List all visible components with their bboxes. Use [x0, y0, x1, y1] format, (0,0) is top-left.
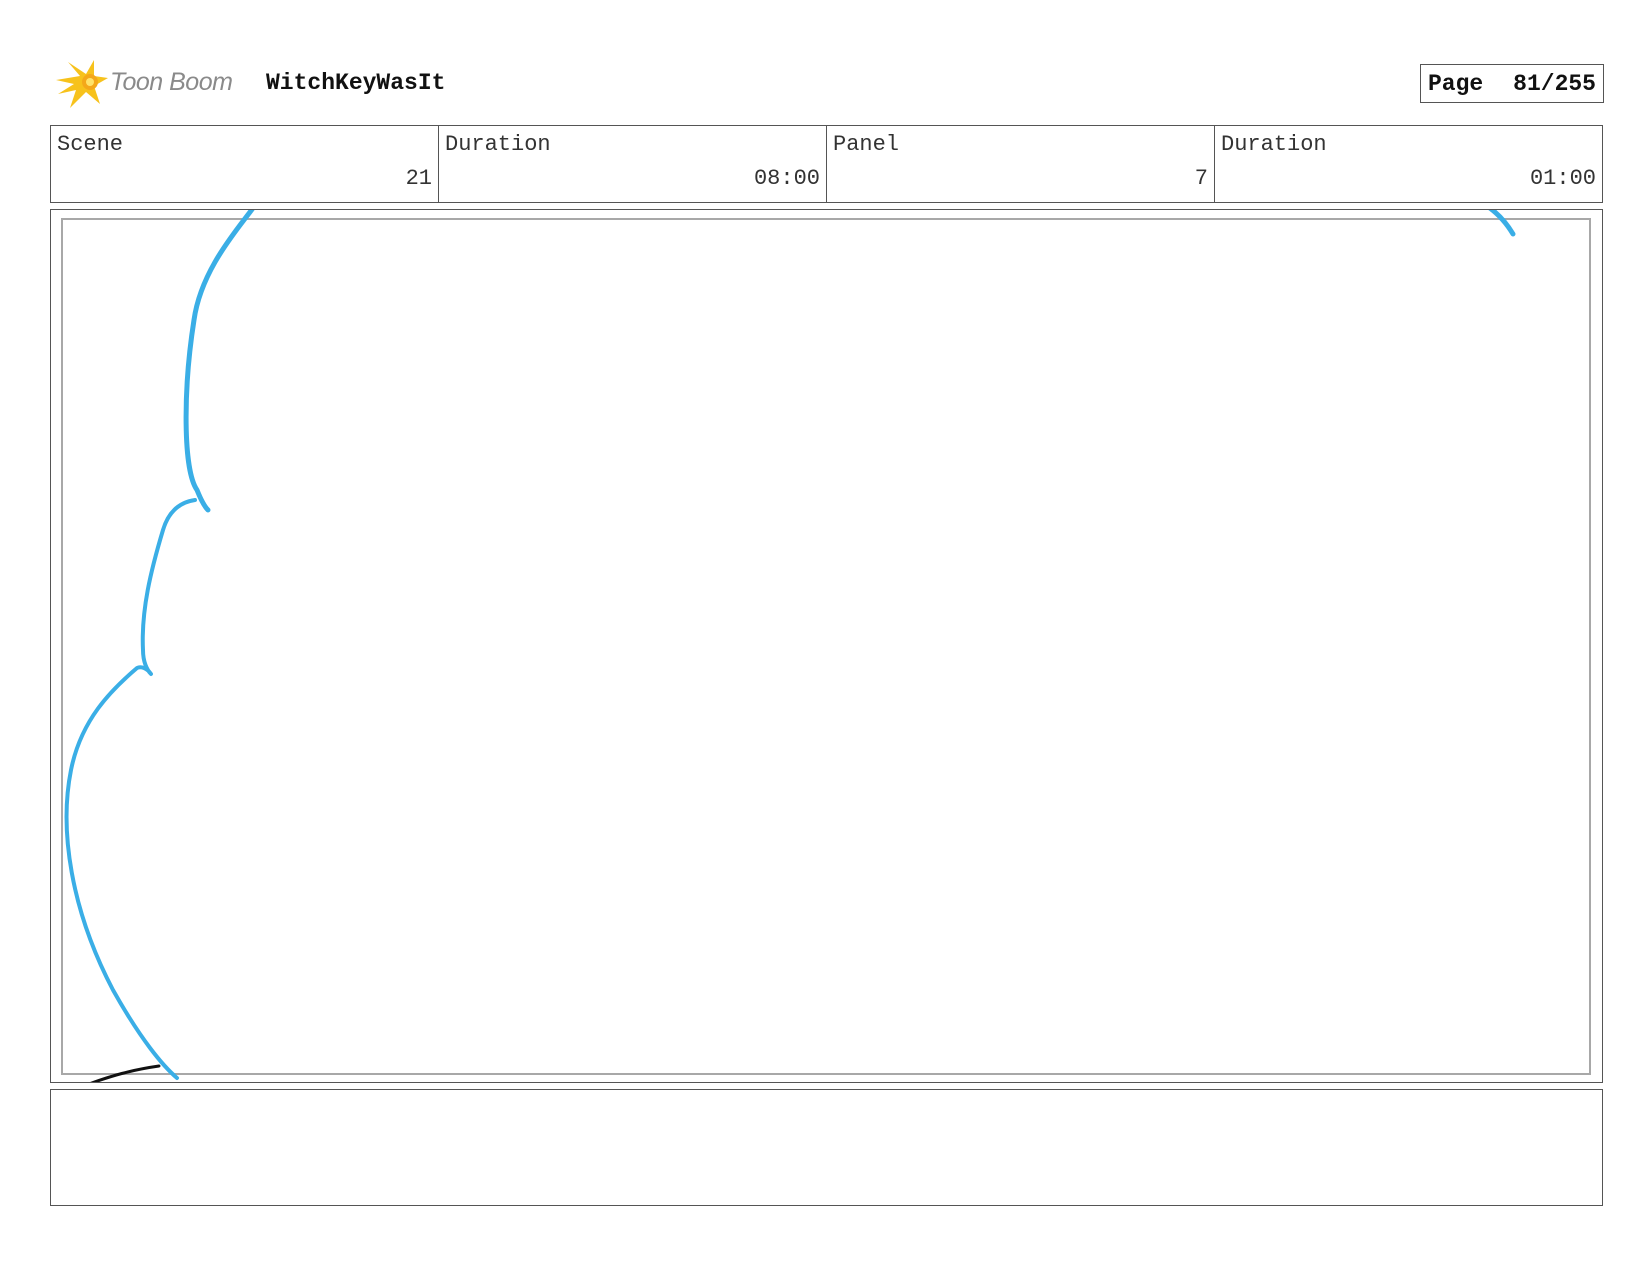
scene-value: 21 [405, 166, 432, 191]
sketch-stroke-middle [64, 498, 197, 1080]
scene-duration-label: Duration [445, 132, 551, 157]
page-label: Page [1428, 70, 1484, 97]
page-indicator: Page 81/255 [1420, 64, 1604, 103]
panel-label: Panel [833, 132, 900, 157]
scene-cell: Scene 21 [51, 126, 439, 202]
panel-value: 7 [1194, 166, 1208, 191]
panel-cell: Panel 7 [827, 126, 1215, 202]
ink-stroke-bottomleft [90, 1064, 161, 1082]
panel-sketch [64, 210, 1516, 1082]
project-title: WitchKeyWasIt [266, 70, 446, 96]
panel-caption-box [50, 1089, 1603, 1206]
sketch-stroke-upper [183, 210, 255, 513]
page-number: 81/255 [1513, 70, 1596, 97]
panel-duration-cell: Duration 01:00 [1215, 126, 1602, 202]
scene-label: Scene [57, 132, 124, 157]
toon-boom-starburst-icon [56, 60, 108, 108]
panel-duration-value: 01:00 [1529, 166, 1596, 191]
storyboard-header: Toon Boom WitchKeyWasIt Page 81/255 [50, 56, 1606, 108]
toon-boom-logo: Toon Boom [54, 56, 254, 110]
scene-duration-cell: Duration 08:00 [439, 126, 827, 202]
scene-info-table: Scene 21 Duration 08:00 Panel 7 Duration… [50, 125, 1603, 203]
logo-text: Toon Boom [110, 68, 233, 96]
panel-image-frame [50, 209, 1603, 1083]
sketch-stroke-topright [1488, 210, 1516, 237]
panel-duration-label: Duration [1221, 132, 1327, 157]
scene-duration-value: 08:00 [753, 166, 820, 191]
